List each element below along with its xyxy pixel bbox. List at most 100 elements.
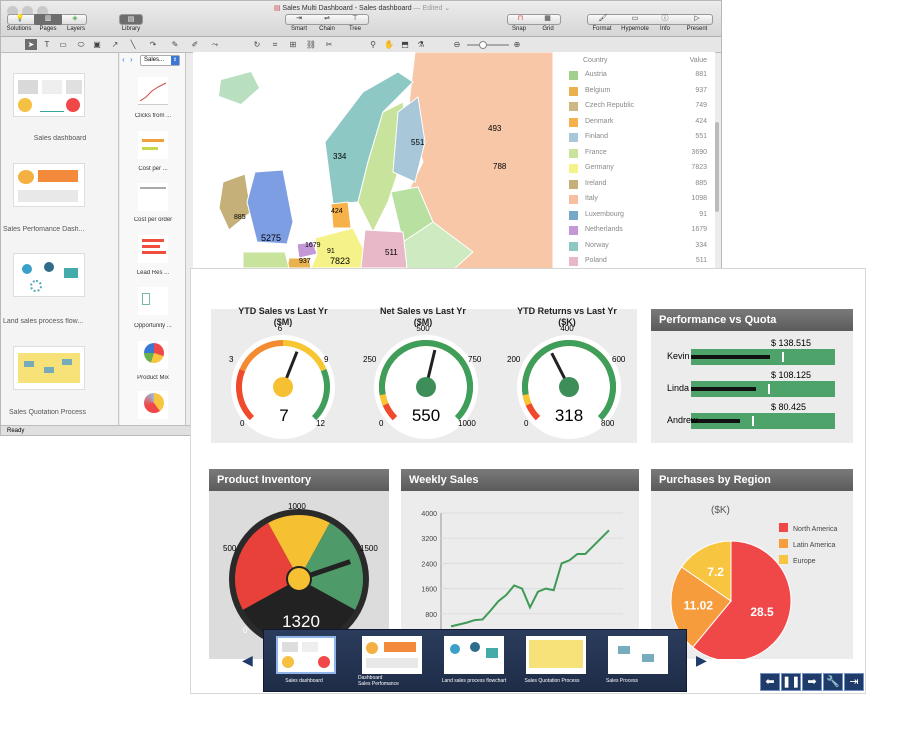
gauge2-value: 550 (411, 406, 441, 425)
prev-slide-button[interactable]: ⬅ (760, 673, 780, 691)
legend-country: Czech Republic (585, 102, 635, 109)
curve-tool-icon[interactable]: ↷ (147, 39, 159, 50)
zoom-out-icon[interactable]: ⊖ (451, 39, 463, 50)
perf-value: $ 80.425 (771, 402, 807, 412)
page-thumb-sales-dashboard[interactable] (13, 73, 85, 117)
stamp-tool-icon[interactable]: ⬒ (399, 39, 411, 50)
legend-country: Poland (585, 257, 607, 264)
legend-swatch (569, 102, 578, 111)
line-chart-icon (139, 82, 167, 102)
arrow-tool-icon[interactable]: ↗ (109, 39, 121, 50)
present-icon: ▷ (694, 15, 700, 22)
zoom-slider-knob[interactable] (479, 41, 487, 49)
smart-button[interactable]: ⇥ (287, 14, 311, 25)
library-item-product-mix[interactable] (138, 341, 168, 369)
layers-button[interactable]: ◈ (63, 14, 87, 25)
page-label-sales-dashboard[interactable]: Sales dashboard (3, 135, 117, 142)
nav-thumb-sales-performance[interactable] (362, 636, 422, 674)
text-tool-icon[interactable]: T (41, 39, 53, 50)
line-tool-icon[interactable]: ╲ (127, 39, 139, 50)
gauge1-value: 7 (279, 406, 289, 425)
grid-icon: ▦ (544, 15, 551, 22)
library-item-cost-per[interactable] (138, 131, 168, 159)
library-item-lead-res[interactable] (138, 235, 168, 263)
exit-icon: ⇥ (849, 676, 859, 688)
freehand-tool-icon[interactable]: ✐ (189, 39, 201, 50)
legend-scrollbar[interactable] (715, 122, 719, 212)
ellipse-tool-icon[interactable]: ⬭ (75, 39, 87, 50)
library-item-opportunity[interactable] (138, 287, 168, 315)
page-thumb-land-sales[interactable] (13, 253, 85, 297)
pages-button[interactable]: ▥ (34, 14, 62, 25)
frame-tool-icon[interactable]: ▣ (91, 39, 103, 50)
library-button[interactable]: ▤ (119, 14, 143, 25)
library-dropdown[interactable]: Sales... ⇕ (140, 55, 180, 66)
connector-tool-icon[interactable]: ⤳ (209, 39, 221, 50)
rectangle-tool-icon[interactable]: ▭ (57, 39, 69, 50)
present-button[interactable]: ▷ (683, 14, 711, 25)
page-thumb-sales-performance[interactable] (13, 163, 85, 207)
nav-back-icon[interactable]: ‹ (122, 55, 125, 64)
rotate-tool-icon[interactable]: ↻ (251, 39, 263, 50)
hypernote-button[interactable]: ▭ (621, 14, 649, 25)
perf-quota-bar (691, 349, 835, 365)
settings-button[interactable]: 🔧 (823, 673, 843, 691)
library-item-cost-per-order[interactable] (138, 183, 168, 211)
chain-label: Chain (319, 26, 335, 32)
tree-button[interactable]: ⊤ (343, 14, 367, 25)
library-label-cost-per: Cost per ... (138, 166, 168, 172)
library-item-clicks[interactable] (138, 77, 168, 105)
zoom-in-icon[interactable]: ⊕ (511, 39, 523, 50)
inventory-tick-0: 0 (243, 626, 248, 635)
weekly-y-tick: 3200 (421, 536, 437, 543)
map-region-france (242, 251, 290, 268)
legend-country: Ireland (585, 179, 607, 187)
pen-tool-icon[interactable]: ✎ (169, 39, 181, 50)
gauge1-tick-low: 3 (229, 355, 234, 364)
align-tool-icon[interactable]: ⊞ (287, 39, 299, 50)
page-label-land-sales[interactable]: Land sales process flow... (3, 318, 117, 325)
library-item-pie[interactable] (138, 391, 168, 419)
zoom-slider[interactable] (467, 41, 509, 49)
exit-present-button[interactable]: ⇥ (844, 673, 864, 691)
nav-next-icon[interactable]: ▶ (696, 652, 707, 669)
library-label-product-mix: Product Mix (137, 375, 169, 381)
snap-label: Snap (511, 26, 526, 32)
disconnect-tool-icon[interactable]: ✂ (323, 39, 335, 50)
gauge-arc-segment (522, 393, 532, 406)
arrow-left-icon: ⬅ (765, 676, 775, 688)
nav-forward-icon[interactable]: › (130, 55, 133, 64)
page-label-sales-performance[interactable]: Sales Perfomance Dash... (3, 226, 117, 233)
nav-thumb-sales-dashboard[interactable] (276, 636, 336, 674)
nav-thumb-sales-process[interactable] (608, 636, 668, 674)
eyedropper-tool-icon[interactable]: ⚗ (415, 39, 427, 50)
pie-data-label: 11.02 (684, 599, 714, 613)
grid-button[interactable]: ▦ (535, 14, 560, 25)
hand-tool-icon[interactable]: ✋ (383, 39, 395, 50)
zoom-tool-icon[interactable]: ⚲ (367, 39, 379, 50)
next-slide-button[interactable]: ➡ (802, 673, 822, 691)
crop-tool-icon[interactable]: ⌗ (269, 39, 281, 50)
gauge3-tick-low: 200 (507, 355, 521, 364)
page-label-sales-quotation[interactable]: Sales Quotation Process (9, 409, 123, 416)
page-thumb-sales-quotation[interactable] (13, 346, 85, 390)
solutions-button[interactable]: 💡 (7, 14, 33, 25)
snap-button[interactable]: ⊓ (508, 14, 533, 25)
format-button[interactable]: 🖌 (589, 14, 617, 25)
nav-prev-icon[interactable]: ◀ (242, 652, 253, 669)
drawing-toolbar: ➤ T ▭ ⬭ ▣ ↗ ╲ ↷ ✎ ✐ ⤳ ↻ ⌗ ⊞ ⛓ ✂ ⚲ ✋ ⬒ ⚗ … (1, 37, 721, 53)
info-button[interactable]: ⓘ (653, 14, 677, 25)
chain-tool-icon[interactable]: ⛓ (305, 39, 317, 50)
legend-swatch (569, 195, 578, 204)
nav-thumb-land-sales[interactable] (444, 636, 504, 674)
pause-button[interactable]: ❚❚ (781, 673, 801, 691)
edited-indicator[interactable]: — Edited ⌄ (414, 5, 451, 12)
legend-swatch (569, 164, 578, 173)
chain-button[interactable]: ⇌ (315, 14, 339, 25)
legend-country: Luxembourg (585, 210, 624, 218)
perf-target-marker (782, 352, 785, 362)
pointer-tool-icon[interactable]: ➤ (25, 39, 37, 50)
nav-label-sales-dashboard: Sales dashboard (285, 678, 323, 684)
nav-thumb-sales-quotation[interactable] (526, 636, 586, 674)
perf-name: Andrew (667, 415, 698, 425)
